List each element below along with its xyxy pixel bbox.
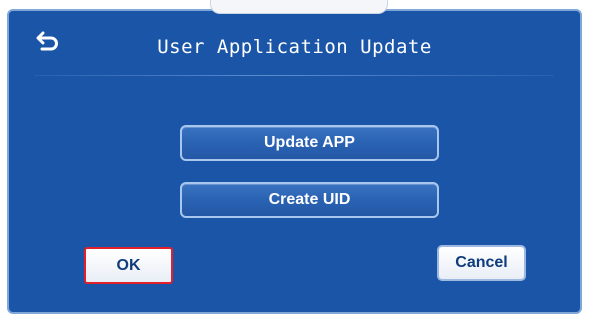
screen: User Application Update Update APP Creat… (0, 0, 589, 327)
title-divider (34, 75, 554, 76)
create-uid-button[interactable]: Create UID (180, 182, 439, 218)
update-app-button[interactable]: Update APP (180, 125, 439, 161)
cancel-button[interactable]: Cancel (437, 245, 526, 281)
top-tab-notch (210, 0, 388, 14)
dialog-title: User Application Update (157, 36, 432, 58)
ok-button[interactable]: OK (84, 247, 173, 284)
